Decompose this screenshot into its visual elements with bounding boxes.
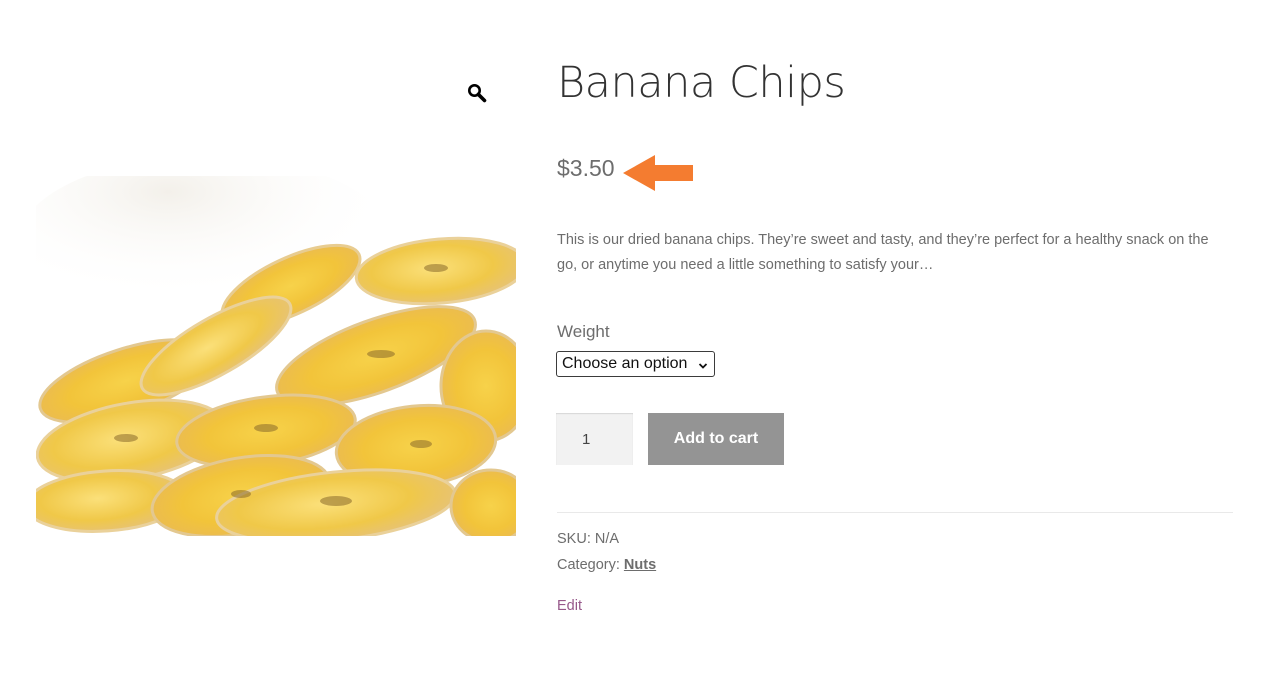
product-title: Banana Chips	[557, 58, 846, 108]
edit-link[interactable]: Edit	[557, 598, 582, 614]
product-page: Banana Chips $3.50 This is our dried ban…	[0, 0, 1273, 690]
quantity-input[interactable]: 1	[556, 413, 633, 465]
chevron-down-icon	[698, 358, 708, 369]
variation-label: Weight	[557, 322, 610, 341]
zoom-icon[interactable]	[466, 82, 488, 104]
left-arrow-icon	[623, 154, 695, 192]
category-label: Category:	[557, 557, 620, 573]
weight-select-value: Choose an option	[562, 355, 688, 372]
weight-select[interactable]: Choose an option	[556, 351, 715, 377]
product-description: This is our dried banana chips. They’re …	[557, 232, 1209, 273]
sku-value: N/A	[594, 531, 620, 547]
sku-meta: SKU: N/A	[557, 531, 619, 547]
product-image[interactable]	[16, 156, 533, 544]
add-to-cart-button[interactable]: Add to cart	[648, 413, 784, 465]
category-meta: Category: Nuts	[557, 557, 656, 573]
divider	[557, 512, 1233, 513]
category-link-nuts[interactable]: Nuts	[624, 557, 656, 573]
product-price: $3.50	[557, 155, 615, 181]
sku-label: SKU:	[557, 531, 591, 547]
